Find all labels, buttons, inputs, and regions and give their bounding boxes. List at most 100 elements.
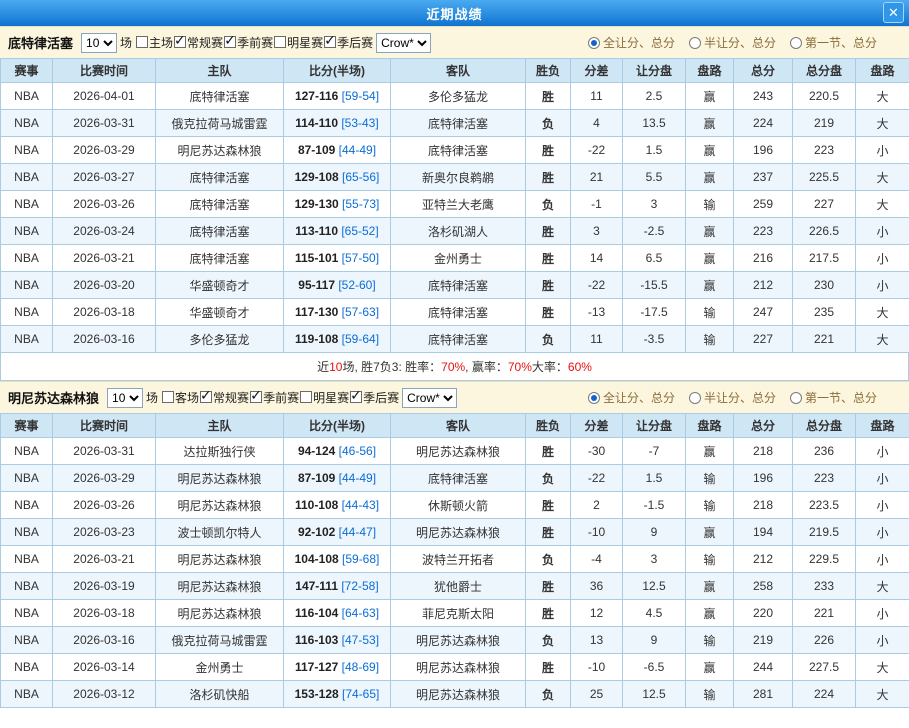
full-score: 153-128 [295, 687, 339, 701]
radio-label-text: 全让分、总分 [603, 389, 675, 406]
cell-total-line: 225.5 [793, 164, 856, 191]
cell-point-diff: -13 [571, 299, 623, 326]
cell-home-team: 底特律活塞 [156, 245, 284, 272]
filter-checkbox[interactable]: 季前赛 [224, 34, 273, 51]
cell-total-line: 223.5 [793, 492, 856, 519]
cell-total-points: 219 [734, 627, 793, 654]
cell-point-diff: 3 [571, 218, 623, 245]
cell-over-under: 小 [856, 546, 909, 573]
filter-checkbox[interactable]: 常规赛 [174, 34, 223, 51]
cell-handicap-line: -17.5 [623, 299, 686, 326]
cell-total-points: 218 [734, 438, 793, 465]
cell-total-points: 223 [734, 218, 793, 245]
cell-over-under: 大 [856, 654, 909, 681]
cell-total-points: 259 [734, 191, 793, 218]
cell-result: 胜 [526, 600, 571, 627]
column-header: 总分盘 [793, 414, 856, 438]
games-count-select[interactable]: 10 [107, 388, 143, 408]
odds-type-radio[interactable]: 半让分、总分 [689, 389, 776, 406]
half-score: [44-43] [338, 498, 379, 512]
cell-result: 胜 [526, 519, 571, 546]
cell-result: 负 [526, 681, 571, 708]
cell-date: 2026-03-20 [53, 272, 156, 299]
cell-league: NBA [1, 681, 53, 708]
cell-league: NBA [1, 627, 53, 654]
checkbox-label: 季前赛 [237, 34, 273, 51]
cell-score: 87-109 [44-49] [284, 137, 391, 164]
cell-handicap-line: 12.5 [623, 681, 686, 708]
cell-score: 104-108 [59-68] [284, 546, 391, 573]
odds-company-select[interactable]: Crow* [376, 33, 431, 53]
cell-away-team: 菲尼克斯太阳 [391, 600, 526, 627]
cell-handicap-result: 赢 [686, 573, 734, 600]
half-score: [72-58] [338, 579, 379, 593]
cell-handicap-result: 输 [686, 627, 734, 654]
full-score: 114-110 [295, 116, 338, 130]
filter-checkbox[interactable]: 明星赛 [300, 389, 349, 406]
game-row: NBA2026-03-20华盛顿奇才95-117 [52-60]底特律活塞胜-2… [1, 272, 909, 299]
cell-total-line: 217.5 [793, 245, 856, 272]
close-button[interactable]: ✕ [883, 2, 904, 23]
games-count-select[interactable]: 10 [81, 33, 117, 53]
checkbox-label: 季后赛 [337, 34, 373, 51]
cell-league: NBA [1, 110, 53, 137]
column-header: 盘路 [856, 59, 909, 83]
cell-handicap-line: 4.5 [623, 600, 686, 627]
game-row: NBA2026-03-26底特律活塞129-130 [55-73]亚特兰大老鹰负… [1, 191, 909, 218]
full-score: 104-108 [295, 552, 339, 566]
odds-type-radio[interactable]: 全让分、总分 [588, 389, 675, 406]
cell-handicap-result: 赢 [686, 110, 734, 137]
cell-league: NBA [1, 191, 53, 218]
cell-score: 94-124 [46-56] [284, 438, 391, 465]
filter-checkbox[interactable]: 季后赛 [324, 34, 373, 51]
cell-date: 2026-03-18 [53, 299, 156, 326]
half-score: [65-56] [339, 170, 380, 184]
column-header: 主队 [156, 59, 284, 83]
game-row: NBA2026-03-26明尼苏达森林狼110-108 [44-43]休斯顿火箭… [1, 492, 909, 519]
cell-result: 胜 [526, 299, 571, 326]
half-score: [47-53] [338, 633, 379, 647]
cell-score: 92-102 [44-47] [284, 519, 391, 546]
full-score: 92-102 [298, 525, 335, 539]
filter-checkbox[interactable]: 常规赛 [200, 389, 249, 406]
filter-checkbox[interactable]: 季前赛 [250, 389, 299, 406]
cell-handicap-line: -15.5 [623, 272, 686, 299]
cell-league: NBA [1, 546, 53, 573]
odds-type-radio[interactable]: 全让分、总分 [588, 34, 675, 51]
filter-checkbox[interactable]: 主场 [136, 34, 173, 51]
checkbox-label: 客场 [175, 389, 199, 406]
team-section: 底特律活塞 10 场 主场常规赛季前赛明星赛季后赛 Crow* 全让分、总分半让… [0, 26, 909, 381]
cell-league: NBA [1, 137, 53, 164]
cell-away-team: 底特律活塞 [391, 272, 526, 299]
cell-total-line: 223 [793, 465, 856, 492]
cell-date: 2026-03-29 [53, 137, 156, 164]
filter-checkbox[interactable]: 季后赛 [350, 389, 399, 406]
cell-score: 117-127 [48-69] [284, 654, 391, 681]
checkbox-icon [224, 36, 236, 48]
cell-total-points: 196 [734, 137, 793, 164]
cell-league: NBA [1, 326, 53, 353]
cell-total-points: 212 [734, 546, 793, 573]
cell-away-team: 底特律活塞 [391, 299, 526, 326]
cell-league: NBA [1, 438, 53, 465]
column-header: 胜负 [526, 414, 571, 438]
cell-over-under: 小 [856, 600, 909, 627]
odds-type-radio[interactable]: 第一节、总分 [790, 34, 877, 51]
odds-company-select[interactable]: Crow* [402, 388, 457, 408]
filter-checkbox[interactable]: 明星赛 [274, 34, 323, 51]
radio-icon [790, 392, 802, 404]
cell-point-diff: 36 [571, 573, 623, 600]
cell-date: 2026-03-19 [53, 573, 156, 600]
cell-total-points: 237 [734, 164, 793, 191]
half-score: [59-54] [338, 89, 379, 103]
half-score: [57-63] [338, 305, 379, 319]
cell-date: 2026-03-18 [53, 600, 156, 627]
cell-total-line: 219 [793, 110, 856, 137]
cell-home-team: 俄克拉荷马城雷霆 [156, 627, 284, 654]
filter-checkbox[interactable]: 客场 [162, 389, 199, 406]
cell-home-team: 底特律活塞 [156, 164, 284, 191]
odds-type-radio[interactable]: 半让分、总分 [689, 34, 776, 51]
cell-over-under: 大 [856, 326, 909, 353]
odds-type-radio[interactable]: 第一节、总分 [790, 389, 877, 406]
summary-text: 60% [568, 360, 592, 374]
